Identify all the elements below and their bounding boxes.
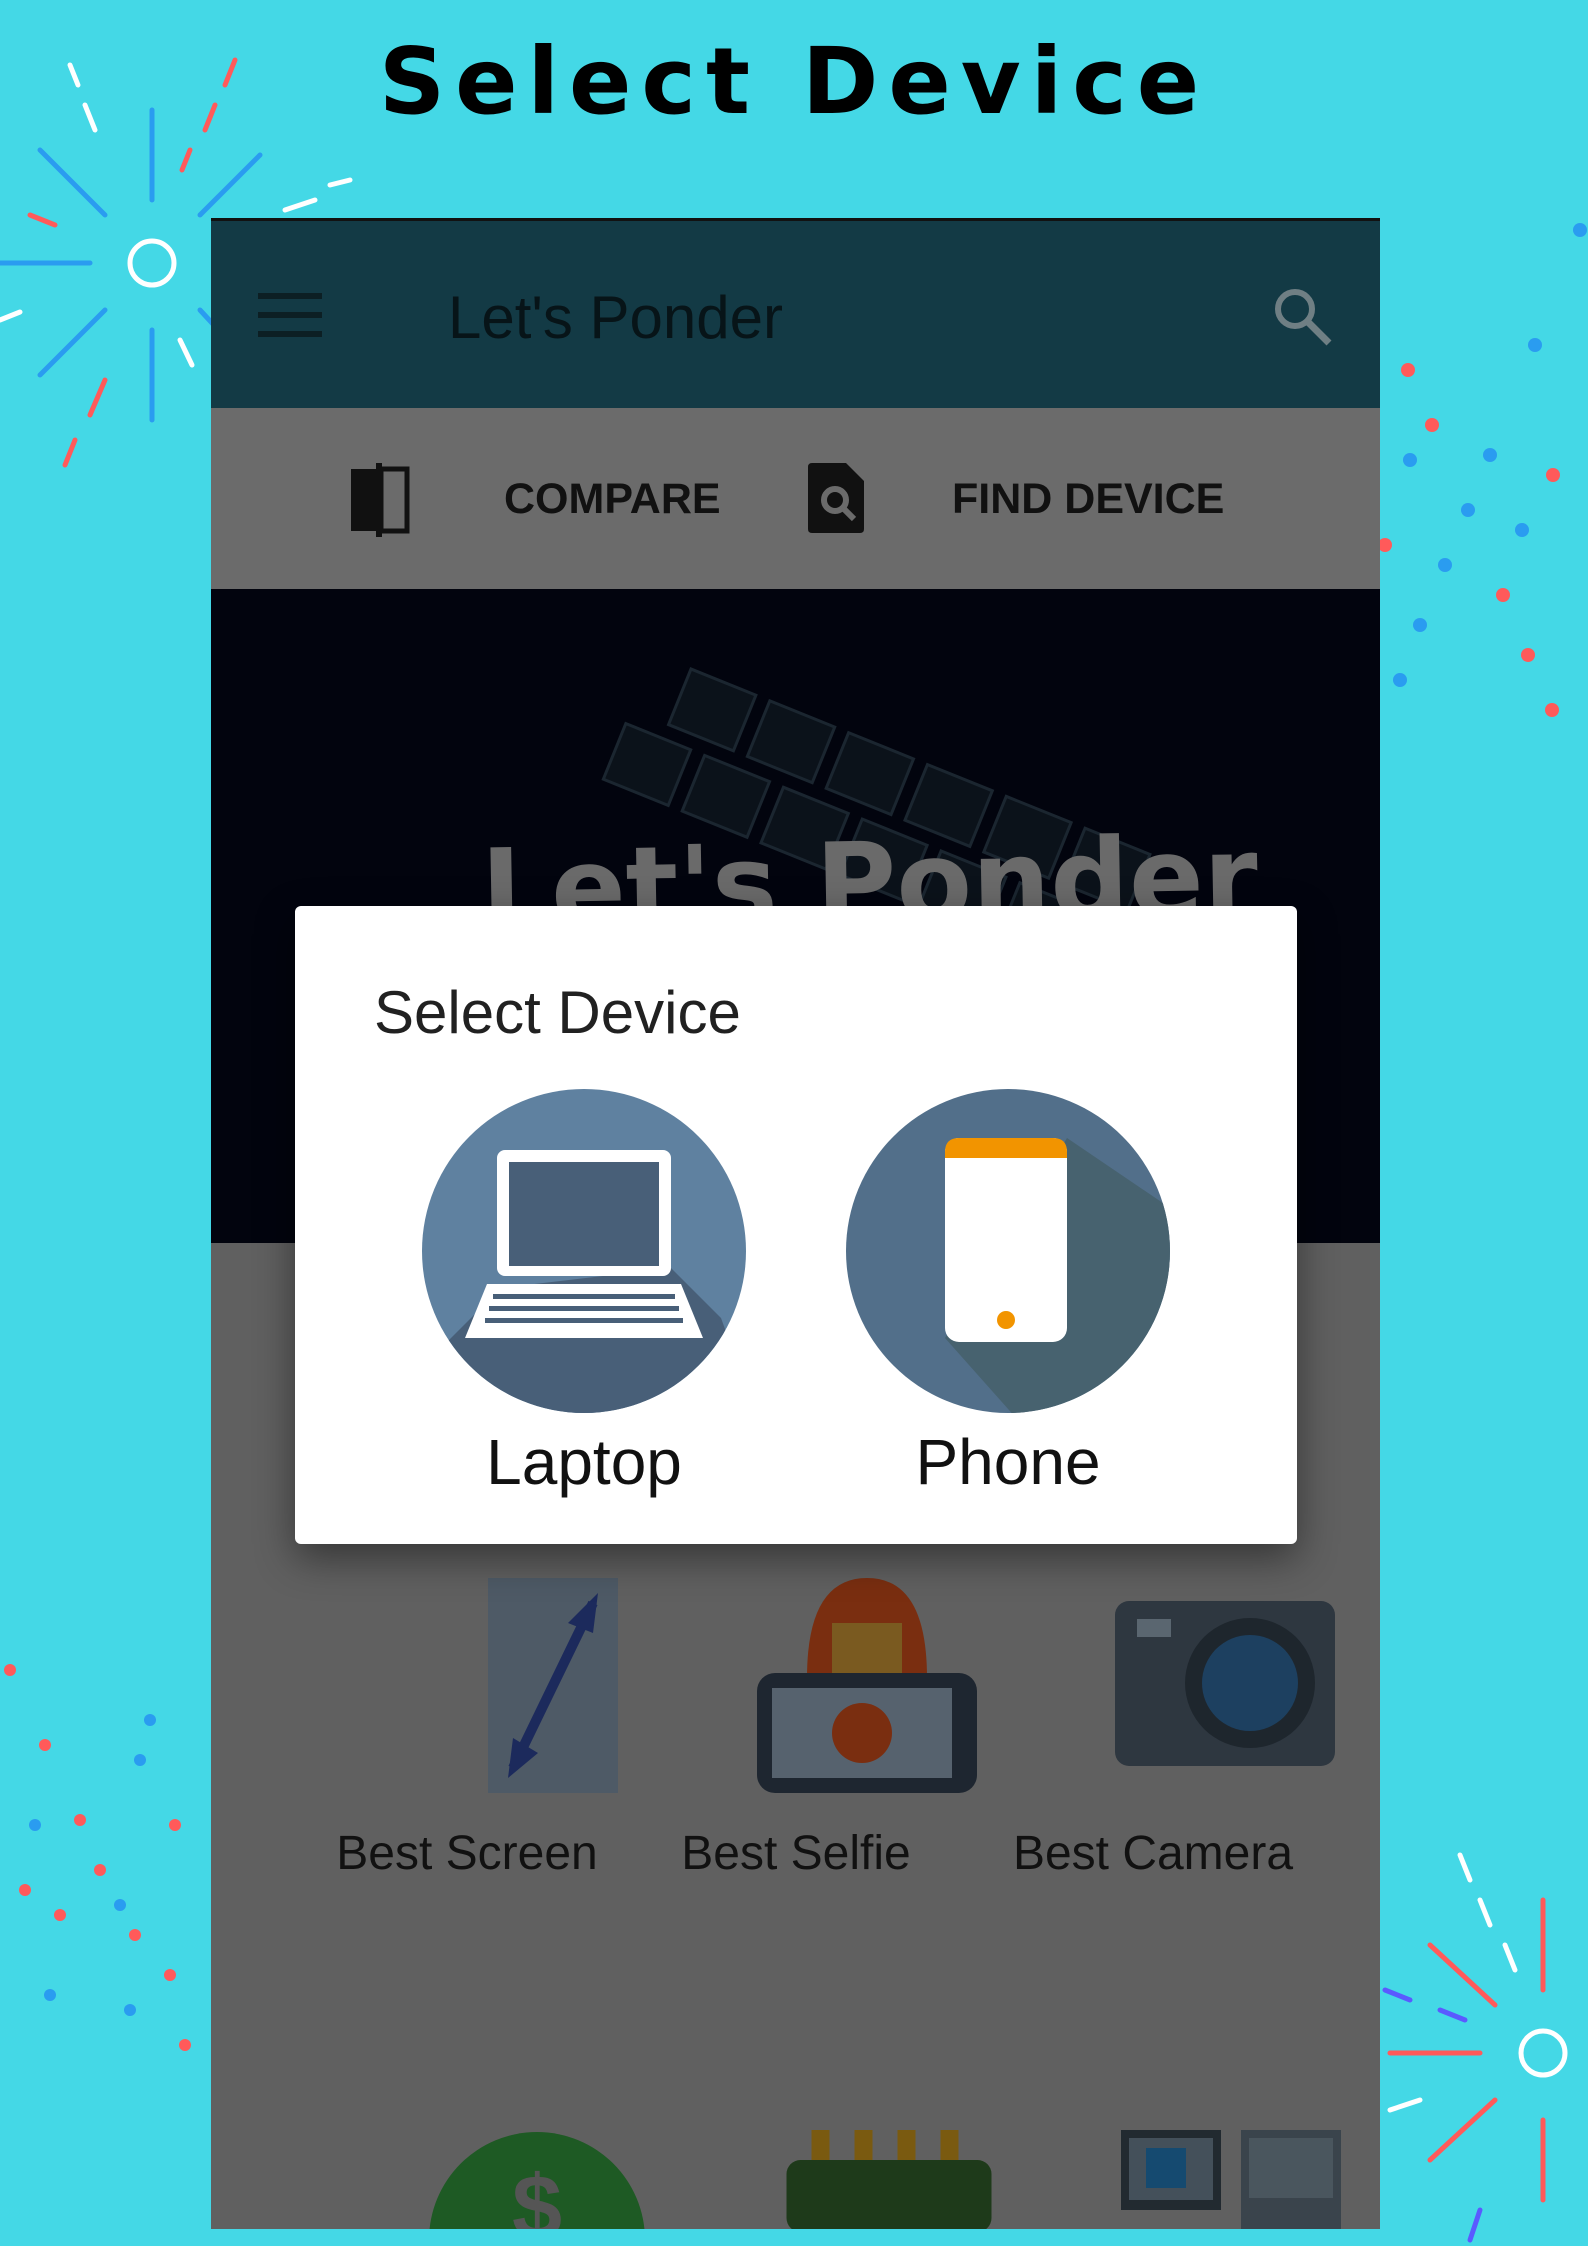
laptop-option[interactable]: Laptop [419, 1088, 749, 1499]
laptop-icon [422, 1089, 746, 1413]
tab-compare-label: COMPARE [504, 475, 721, 523]
phone-label: Phone [915, 1426, 1101, 1498]
phone-icon [846, 1089, 1170, 1413]
dialog-title: Select Device [374, 979, 741, 1046]
svg-text:$: $ [512, 2158, 562, 2229]
grid-item-best-screen[interactable]: Best Screen [287, 1826, 647, 1881]
app-bar: Let's Ponder [211, 221, 1380, 408]
best-camera-icon [1115, 1601, 1335, 1766]
find-device-icon [808, 463, 864, 533]
hamburger-menu-icon[interactable] [258, 293, 322, 337]
app-title: Let's Ponder [448, 284, 784, 351]
best-screen-icon [488, 1578, 618, 1793]
best-selfie-icon [757, 1578, 977, 1793]
headline: Select Device [378, 28, 1210, 135]
computer-icon [1121, 2130, 1341, 2229]
tab-bar: COMPARE FIND DEVICE [211, 408, 1380, 589]
price-icon: $ [429, 2132, 645, 2229]
compare-icon [351, 463, 410, 537]
tab-find-device-label: FIND DEVICE [952, 475, 1225, 523]
laptop-label: Laptop [486, 1426, 682, 1498]
search-icon[interactable] [1271, 285, 1335, 349]
phone-option[interactable]: Phone [843, 1088, 1173, 1499]
processor-icon [786, 2130, 992, 2229]
grid-item-best-camera[interactable]: Best Camera [973, 1826, 1333, 1881]
select-device-dialog: Select Device Laptop Phone [295, 906, 1297, 1544]
grid-item-best-selfie[interactable]: Best Selfie [616, 1826, 976, 1881]
